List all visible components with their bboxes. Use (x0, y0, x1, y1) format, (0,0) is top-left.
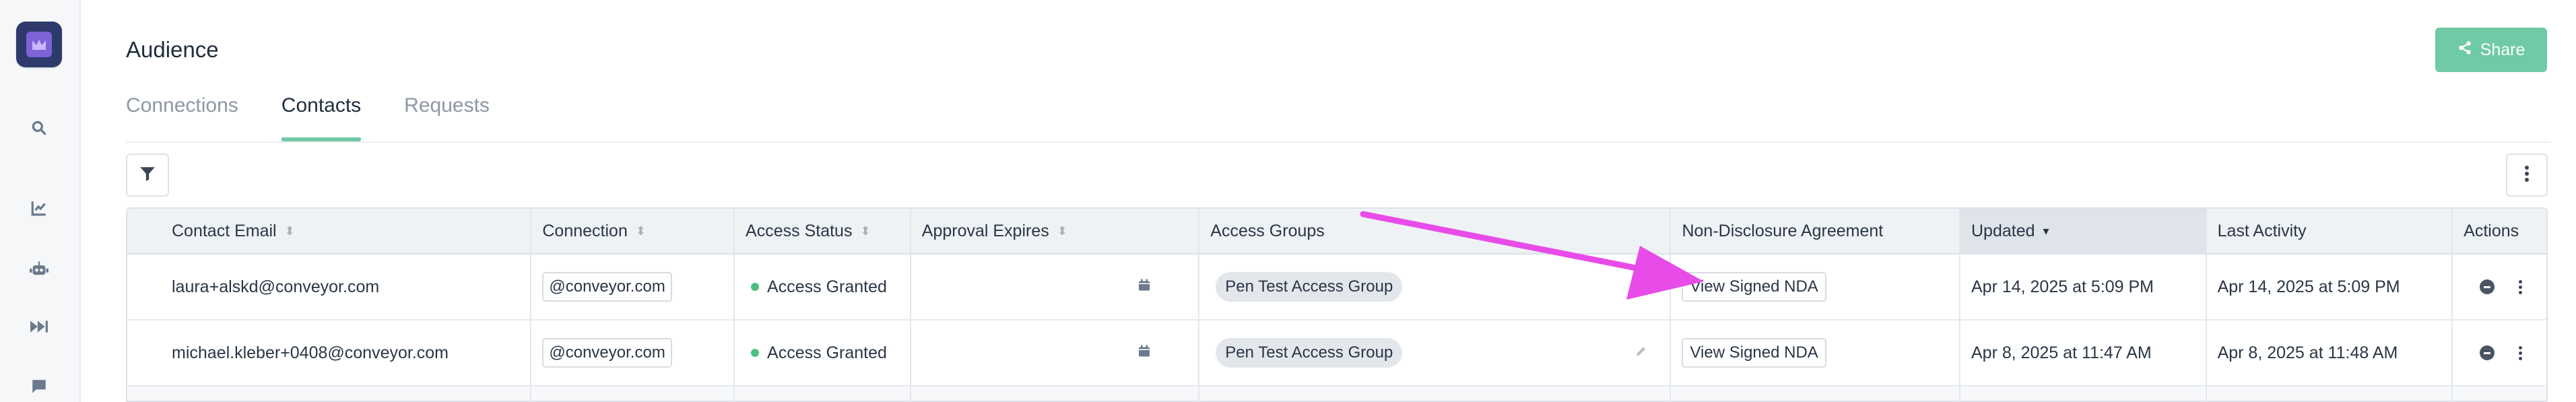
connection-chip[interactable]: @conveyor.com (542, 338, 672, 368)
view-signed-nda-button[interactable]: View Signed NDA (1682, 272, 1826, 302)
col-label: Actions (2464, 221, 2519, 240)
row-cell (1671, 387, 1960, 401)
last-activity-value: Apr 14, 2025 at 5:09 PM (2207, 255, 2453, 319)
nda-cell: View Signed NDA (1671, 321, 1960, 385)
row-more-icon[interactable] (2519, 279, 2523, 294)
col-label: Contact Email (172, 221, 277, 240)
col-last-activity: Last Activity (2207, 209, 2453, 253)
filter-icon (139, 165, 156, 186)
more-options-button[interactable] (2506, 154, 2548, 197)
tab-divider (126, 141, 2550, 143)
col-nda: Non-Disclosure Agreement (1671, 209, 1960, 253)
col-label: Connection (542, 221, 628, 240)
tab-contacts[interactable]: Contacts (281, 93, 362, 141)
fast-forward-icon[interactable] (27, 314, 51, 339)
row-cell (127, 387, 532, 401)
updated-value: Apr 8, 2025 at 11:47 AM (1960, 321, 2207, 385)
more-vertical-icon (2524, 165, 2530, 186)
col-actions: Actions (2453, 209, 2546, 253)
search-icon[interactable] (27, 116, 51, 140)
col-label: Approval Expires (921, 221, 1049, 240)
tab-bar: Connections Contacts Requests (126, 93, 490, 141)
approval-expires-cell[interactable] (911, 321, 1200, 385)
access-group-pill: Pen Test Access Group (1216, 338, 1403, 368)
sort-icon: ⬍ (284, 224, 295, 238)
page-title: Audience (126, 37, 219, 62)
col-access-groups: Access Groups (1199, 209, 1672, 253)
remove-icon[interactable] (2480, 279, 2495, 294)
status-dot-icon (751, 349, 760, 357)
col-label: Access Groups (1210, 221, 1325, 240)
access-groups-cell: Pen Test Access Group (1199, 321, 1672, 385)
access-status-cell: Access Granted (735, 255, 911, 319)
contact-email: michael.kleber+0408@conveyor.com (127, 321, 532, 385)
row-cell (735, 387, 911, 401)
access-groups-cell: Pen Test Access Group (1199, 255, 1672, 319)
sort-icon: ⬍ (635, 224, 646, 238)
col-label: Non-Disclosure Agreement (1682, 221, 1884, 240)
col-label: Last Activity (2217, 221, 2307, 240)
status-dot-icon (751, 283, 760, 291)
logo-mark (26, 32, 52, 57)
access-status: Access Granted (767, 343, 887, 362)
row-cell (1960, 387, 2207, 401)
col-contact-email[interactable]: Contact Email ⬍ (127, 209, 532, 253)
tab-requests[interactable]: Requests (404, 93, 490, 141)
remove-icon[interactable] (2480, 345, 2495, 360)
access-group-pill: Pen Test Access Group (1216, 272, 1403, 302)
col-access-status[interactable]: Access Status ⬍ (735, 209, 911, 253)
row-cell (911, 387, 1200, 401)
row-more-icon[interactable] (2519, 345, 2523, 360)
contacts-table: Contact Email ⬍ Connection ⬍ Access Status… (126, 207, 2548, 402)
col-connection[interactable]: Connection ⬍ (531, 209, 735, 253)
table-row[interactable] (127, 387, 2546, 401)
calendar-icon[interactable] (1137, 277, 1151, 297)
sort-icon: ⬍ (860, 224, 871, 238)
table-row[interactable]: laura+alskd@conveyor.com @conveyor.com A… (127, 255, 2546, 321)
tab-connections[interactable]: Connections (126, 93, 238, 141)
share-label: Share (2480, 40, 2525, 59)
col-updated[interactable]: Updated ▾ (1960, 209, 2207, 253)
col-label: Updated (1971, 221, 2035, 240)
connection-cell: @conveyor.com (531, 255, 735, 319)
actions-cell (2453, 255, 2546, 319)
last-activity-value: Apr 8, 2025 at 11:48 AM (2207, 321, 2453, 385)
row-cell (1199, 387, 1672, 401)
row-cell (531, 387, 735, 401)
calendar-icon[interactable] (1137, 343, 1151, 363)
chart-icon[interactable] (27, 196, 51, 220)
access-status-cell: Access Granted (735, 321, 911, 385)
contact-email: laura+alskd@conveyor.com (127, 255, 532, 319)
filter-button[interactable] (126, 154, 169, 197)
actions-cell (2453, 321, 2546, 385)
sort-desc-icon: ▾ (2043, 224, 2049, 238)
connection-chip[interactable]: @conveyor.com (542, 272, 672, 302)
chat-icon[interactable] (27, 374, 51, 399)
share-icon (2457, 40, 2472, 60)
col-label: Access Status (746, 221, 853, 240)
table-row[interactable]: michael.kleber+0408@conveyor.com @convey… (127, 321, 2546, 387)
view-signed-nda-button[interactable]: View Signed NDA (1682, 338, 1826, 368)
access-status: Access Granted (767, 277, 887, 296)
col-approval-expires[interactable]: Approval Expires ⬍ (911, 209, 1200, 253)
updated-value: Apr 14, 2025 at 5:09 PM (1960, 255, 2207, 319)
sort-icon: ⬍ (1057, 224, 1067, 238)
row-cell (2207, 387, 2453, 401)
nda-cell: View Signed NDA (1671, 255, 1960, 319)
approval-expires-cell[interactable] (911, 255, 1200, 319)
connection-cell: @conveyor.com (531, 321, 735, 385)
sidebar (0, 0, 81, 402)
app-logo[interactable] (16, 22, 62, 67)
pencil-icon[interactable] (1634, 343, 1648, 363)
table-header: Contact Email ⬍ Connection ⬍ Access Status… (127, 209, 2546, 255)
share-button[interactable]: Share (2435, 28, 2547, 72)
robot-icon[interactable] (27, 257, 51, 281)
row-cell (2453, 387, 2546, 401)
